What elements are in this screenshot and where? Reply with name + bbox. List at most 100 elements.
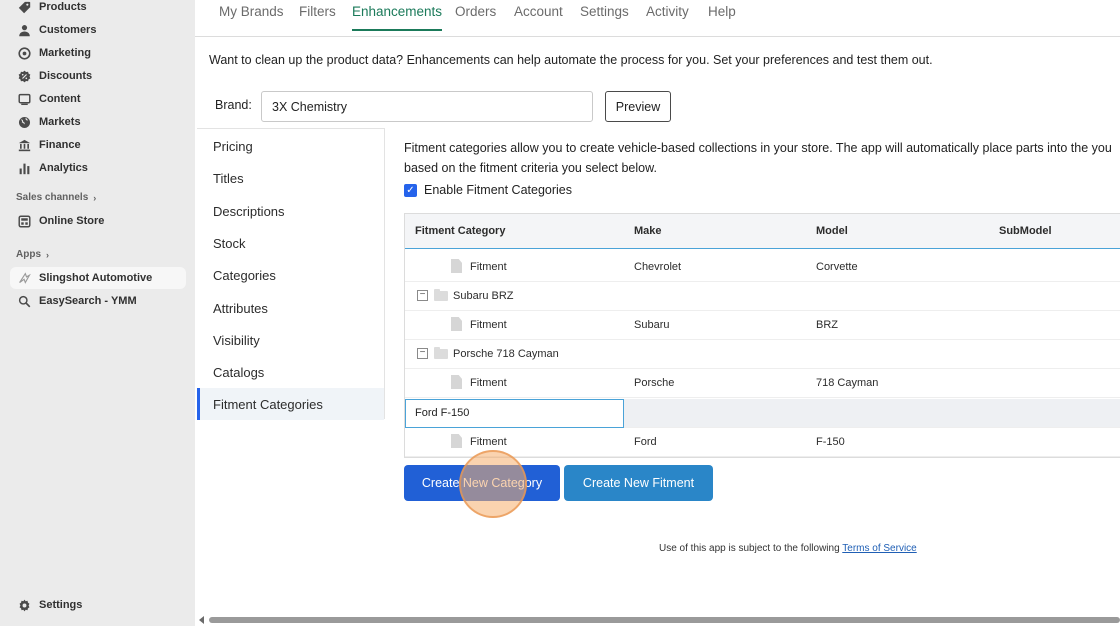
tab-orders[interactable]: Orders — [455, 4, 496, 30]
sales-channels-section[interactable]: Sales channels › — [16, 192, 96, 203]
table-row[interactable]: − Porsche 718 Cayman — [405, 340, 1120, 369]
table-row[interactable]: Fitment Porsche 718 Cayman — [405, 369, 1120, 398]
person-icon — [18, 24, 31, 37]
sidebar-item-easysearch-ymm[interactable]: EasySearch - YMM — [10, 290, 186, 312]
menu-item-stock[interactable]: Stock — [197, 227, 384, 259]
table-row[interactable]: Fitment Subaru BRZ — [405, 311, 1120, 340]
category-label: Subaru BRZ — [453, 290, 514, 302]
terms-of-service-link[interactable]: Terms of Service — [842, 543, 916, 554]
category-label: Porsche 718 Cayman — [453, 348, 559, 360]
tab-my-brands[interactable]: My Brands — [219, 4, 284, 30]
table-row[interactable]: Fitment Chevrolet Corvette — [405, 253, 1120, 282]
menu-item-descriptions[interactable]: Descriptions — [197, 195, 384, 227]
gear-icon — [18, 599, 31, 612]
sidebar-item-label: Customers — [39, 24, 97, 36]
menu-item-titles[interactable]: Titles — [197, 162, 384, 194]
store-icon — [18, 214, 31, 228]
column-header-model[interactable]: Model — [816, 225, 848, 237]
sidebar-item-label: Analytics — [39, 162, 88, 174]
menu-item-attributes[interactable]: Attributes — [197, 292, 384, 324]
tab-filters[interactable]: Filters — [299, 4, 336, 30]
make-cell: Chevrolet — [634, 261, 682, 273]
create-new-category-button[interactable]: Create New Category — [404, 465, 560, 501]
make-cell: Subaru — [634, 319, 670, 331]
sidebar-item-label: Marketing — [39, 47, 91, 59]
enhancements-menu: Pricing Titles Descriptions Stock Catego… — [197, 128, 385, 420]
make-cell: Ford — [634, 436, 657, 448]
sidebar-item-label: Slingshot Automotive — [39, 272, 153, 284]
table-row[interactable]: Fitment Ford F-150 — [405, 428, 1120, 457]
sidebar-item-settings[interactable]: Settings — [10, 594, 186, 616]
sidebar-item-label: Online Store — [39, 215, 105, 227]
sidebar-item-marketing[interactable]: Marketing — [10, 42, 186, 64]
model-cell: Corvette — [816, 261, 858, 273]
tab-help[interactable]: Help — [708, 4, 736, 30]
globe-icon — [18, 116, 31, 129]
table-row-editing[interactable]: Ford F-150 — [405, 399, 1120, 428]
brand-label: Brand: — [215, 98, 252, 112]
collapse-icon[interactable]: − — [417, 290, 428, 301]
menu-item-categories[interactable]: Categories — [197, 259, 384, 291]
file-icon — [451, 317, 462, 331]
tab-enhancements[interactable]: Enhancements — [352, 4, 443, 31]
menu-item-catalogs[interactable]: Catalogs — [197, 356, 384, 388]
folder-icon — [434, 289, 448, 301]
app-main: My Brands Filters Enhancements Orders Ac… — [195, 0, 1120, 626]
file-icon — [451, 375, 462, 389]
create-new-fitment-button[interactable]: Create New Fitment — [564, 465, 713, 501]
enable-fitment-checkbox[interactable]: ✓ — [404, 183, 417, 197]
collapse-icon[interactable]: − — [417, 348, 428, 359]
make-cell: Porsche — [634, 377, 675, 389]
fitment-label: Fitment — [470, 319, 507, 331]
horizontal-scrollbar-thumb[interactable] — [209, 617, 1120, 623]
file-icon — [451, 434, 462, 448]
sidebar-item-online-store[interactable]: Online Store — [10, 210, 186, 232]
search-icon — [18, 295, 31, 308]
sidebar-item-customers[interactable]: Customers — [10, 19, 186, 41]
tree-header: Fitment Category Make Model SubModel — [405, 214, 1120, 249]
sidebar-item-label: Finance — [39, 139, 81, 151]
apps-section[interactable]: Apps › — [16, 249, 49, 260]
menu-item-pricing[interactable]: Pricing — [197, 130, 384, 162]
preview-button[interactable]: Preview — [605, 91, 671, 122]
tab-settings[interactable]: Settings — [580, 4, 629, 30]
chevron-right-icon: › — [46, 249, 49, 260]
category-name-input[interactable]: Ford F-150 — [405, 399, 624, 428]
fitment-description: Fitment categories allow you to create v… — [404, 141, 1112, 175]
fitment-label: Fitment — [470, 436, 507, 448]
scroll-left-arrow-icon[interactable] — [199, 616, 204, 624]
enable-fitment-label: Enable Fitment Categories — [424, 183, 572, 197]
sidebar-item-slingshot-automotive[interactable]: Slingshot Automotive — [10, 267, 186, 289]
tab-activity[interactable]: Activity — [646, 4, 689, 30]
file-icon — [451, 259, 462, 273]
tag-icon — [18, 1, 31, 14]
sidebar-item-finance[interactable]: Finance — [10, 134, 186, 156]
admin-sidebar: Products Customers Marketing Discounts C… — [0, 0, 195, 626]
brand-input[interactable] — [261, 91, 593, 122]
sidebar-item-label: Content — [39, 93, 81, 105]
chevron-right-icon: › — [93, 192, 97, 203]
tab-account[interactable]: Account — [514, 4, 563, 30]
content-icon — [18, 93, 31, 106]
menu-item-fitment-categories[interactable]: Fitment Categories — [197, 388, 384, 420]
sidebar-item-label: Markets — [39, 116, 81, 128]
sidebar-item-content[interactable]: Content — [10, 88, 186, 110]
sidebar-item-products[interactable]: Products — [10, 0, 186, 18]
model-cell: F-150 — [816, 436, 845, 448]
column-header-make[interactable]: Make — [634, 225, 662, 237]
tab-bar: My Brands Filters Enhancements Orders Ac… — [195, 0, 1120, 37]
sidebar-item-analytics[interactable]: Analytics — [10, 157, 186, 179]
intro-text: Want to clean up the product data? Enhan… — [209, 53, 933, 67]
target-icon — [18, 46, 31, 60]
menu-item-visibility[interactable]: Visibility — [197, 324, 384, 356]
sidebar-item-label: Settings — [39, 599, 83, 611]
column-header-fitment-category[interactable]: Fitment Category — [415, 225, 505, 237]
table-row[interactable]: − Subaru BRZ — [405, 282, 1120, 311]
model-cell: BRZ — [816, 319, 838, 331]
sidebar-item-markets[interactable]: Markets — [10, 111, 186, 133]
column-header-submodel[interactable]: SubModel — [999, 225, 1052, 237]
sidebar-item-label: Products — [39, 1, 87, 13]
sidebar-item-discounts[interactable]: Discounts — [10, 65, 186, 87]
sidebar-item-label: Discounts — [39, 70, 93, 82]
enable-fitment-toggle[interactable]: ✓ Enable Fitment Categories — [404, 183, 572, 197]
